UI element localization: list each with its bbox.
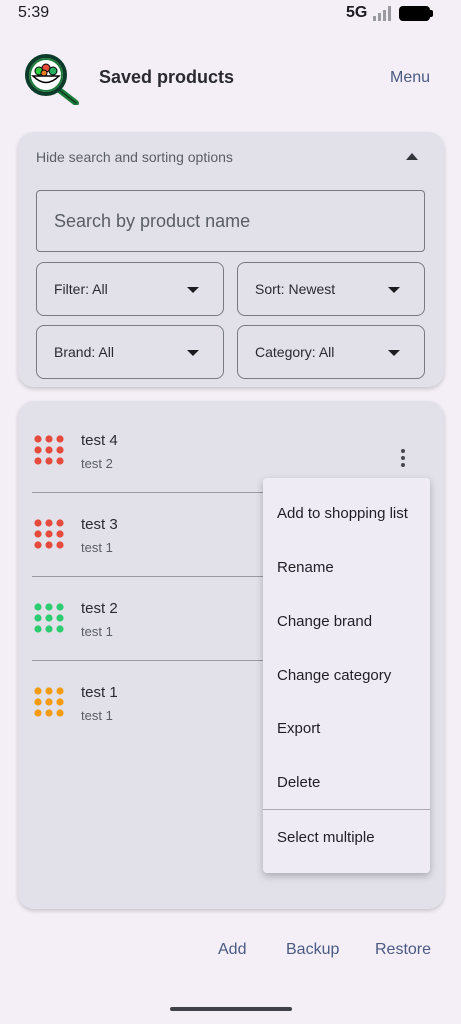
product-color-dots-icon [34, 687, 64, 717]
menu-divider [263, 809, 430, 810]
sort-dropdown-label: Sort: Newest [255, 281, 336, 297]
brand-dropdown[interactable]: Brand: All [36, 325, 224, 379]
menu-item-label: Rename [277, 559, 334, 576]
network-type: 5G [346, 4, 368, 21]
dropdown-arrow-icon [187, 350, 199, 356]
restore-button[interactable]: Restore [375, 941, 431, 959]
search-options-card: Hide search and sorting options Filter: … [18, 132, 444, 387]
sort-dropdown[interactable]: Sort: Newest [237, 262, 425, 316]
menu-item-label: Delete [277, 774, 321, 791]
product-brand: test 1 [81, 624, 113, 639]
category-dropdown-label: Category: All [255, 344, 335, 360]
status-time: 5:39 [18, 4, 50, 21]
home-indicator[interactable] [170, 1007, 292, 1011]
add-button[interactable]: Add [218, 941, 246, 959]
menu-item-label: Change brand [277, 613, 373, 630]
menu-item-export[interactable]: Export [263, 702, 430, 756]
menu-item-rename[interactable]: Rename [263, 541, 430, 595]
page-title: Saved products [99, 67, 235, 87]
menu-item-add-to-shopping-list[interactable]: Add to shopping list [263, 487, 430, 541]
status-bar: 5:39 5G [0, 0, 461, 28]
chevron-up-icon[interactable] [406, 153, 418, 160]
product-name: test 2 [81, 600, 118, 617]
menu-item-label: Add to shopping list [277, 505, 408, 522]
menu-item-label: Change category [277, 667, 392, 684]
product-color-dots-icon [34, 435, 64, 465]
product-color-dots-icon [34, 603, 64, 633]
battery-icon [399, 6, 433, 21]
menu-item-label: Select multiple [277, 829, 375, 846]
menu-button[interactable]: Menu [390, 69, 430, 87]
more-vert-icon[interactable] [398, 449, 408, 471]
app-logo-icon [25, 54, 79, 105]
product-name: test 1 [81, 684, 118, 701]
dropdown-arrow-icon [187, 287, 199, 293]
menu-item-delete[interactable]: Delete [263, 756, 430, 810]
category-dropdown[interactable]: Category: All [237, 325, 425, 379]
product-name: test 4 [81, 432, 118, 449]
product-brand: test 2 [81, 456, 113, 471]
product-context-menu: Add to shopping list Rename Change brand… [263, 478, 430, 873]
menu-item-change-brand[interactable]: Change brand [263, 595, 430, 649]
menu-item-change-category[interactable]: Change category [263, 649, 430, 703]
product-brand: test 1 [81, 540, 113, 555]
hide-options-toggle[interactable]: Hide search and sorting options [36, 149, 233, 165]
filter-dropdown[interactable]: Filter: All [36, 262, 224, 316]
menu-item-select-multiple[interactable]: Select multiple [263, 811, 430, 865]
product-color-dots-icon [34, 519, 64, 549]
brand-dropdown-label: Brand: All [54, 344, 114, 360]
product-name: test 3 [81, 516, 118, 533]
dropdown-arrow-icon [388, 287, 400, 293]
search-input[interactable] [36, 190, 425, 252]
product-brand: test 1 [81, 708, 113, 723]
backup-button[interactable]: Backup [286, 941, 339, 959]
signal-icon [373, 6, 391, 21]
filter-dropdown-label: Filter: All [54, 281, 108, 297]
menu-item-label: Export [277, 720, 321, 737]
dropdown-arrow-icon [388, 350, 400, 356]
